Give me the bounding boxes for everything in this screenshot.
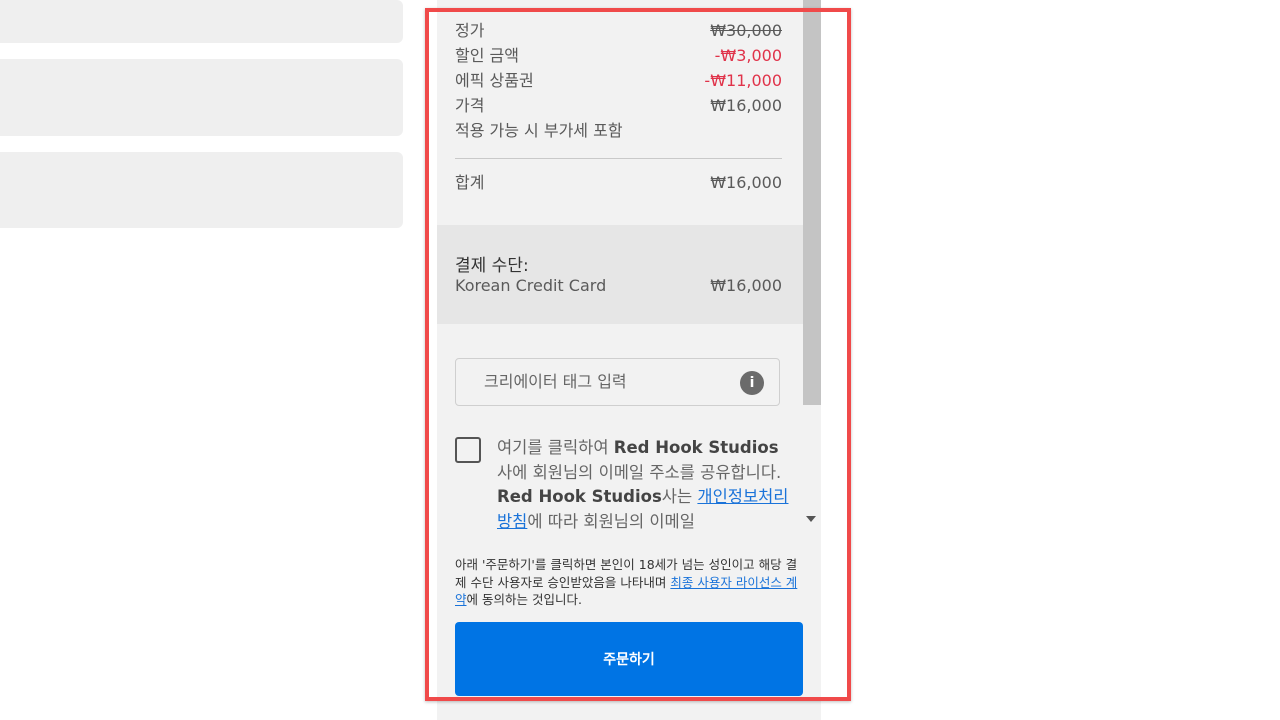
payment-method-value: ₩16,000 (710, 276, 782, 295)
summary-divider (455, 158, 782, 159)
total-row: 합계 ₩16,000 (455, 173, 782, 193)
discount-value: -₩3,000 (714, 46, 782, 65)
voucher-row: 에픽 상품권 -₩11,000 (455, 71, 782, 91)
placeholder-block (0, 152, 403, 228)
price-row: 가격 ₩16,000 (455, 96, 782, 116)
voucher-value: -₩11,000 (704, 71, 782, 90)
legal-disclaimer: 아래 '주문하기'를 클릭하면 본인이 18세가 넘는 성인이고 해당 결제 수… (455, 557, 798, 607)
share-email-consent-text: 여기를 클릭하여 Red Hook Studios사에 회원님의 이메일 주소를… (497, 438, 789, 531)
price-label: 가격 (455, 96, 485, 115)
voucher-label: 에픽 상품권 (455, 71, 534, 90)
payment-method-row: Korean Credit Card ₩16,000 (455, 276, 782, 296)
list-price-value: ₩30,000 (710, 21, 782, 40)
payment-method-label: Korean Credit Card (455, 276, 607, 295)
share-email-checkbox[interactable] (455, 437, 481, 463)
total-value: ₩16,000 (710, 173, 782, 192)
company-name: Red Hook Studios (613, 438, 779, 457)
vat-note: 적용 가능 시 부가세 포함 (455, 121, 623, 140)
price-value: ₩16,000 (710, 96, 782, 115)
vat-note-row: 적용 가능 시 부가세 포함 (455, 121, 782, 141)
placeholder-block (0, 59, 403, 136)
list-price-row: 정가 ₩30,000 (455, 21, 782, 41)
total-label: 합계 (455, 173, 485, 192)
discount-label: 할인 금액 (455, 46, 519, 65)
payment-method-title: 결제 수단: (455, 256, 529, 276)
info-icon[interactable]: i (740, 371, 764, 395)
scrollbar[interactable] (803, 0, 821, 405)
company-name: Red Hook Studios (497, 487, 662, 506)
place-order-button[interactable]: 주문하기 (455, 622, 803, 696)
list-price-label: 정가 (455, 21, 485, 40)
scroll-down-arrow-icon[interactable] (806, 516, 816, 522)
placeholder-block (0, 0, 403, 43)
creator-tag-field: i (455, 358, 780, 406)
discount-row: 할인 금액 -₩3,000 (455, 46, 782, 66)
creator-tag-input[interactable] (482, 371, 736, 392)
